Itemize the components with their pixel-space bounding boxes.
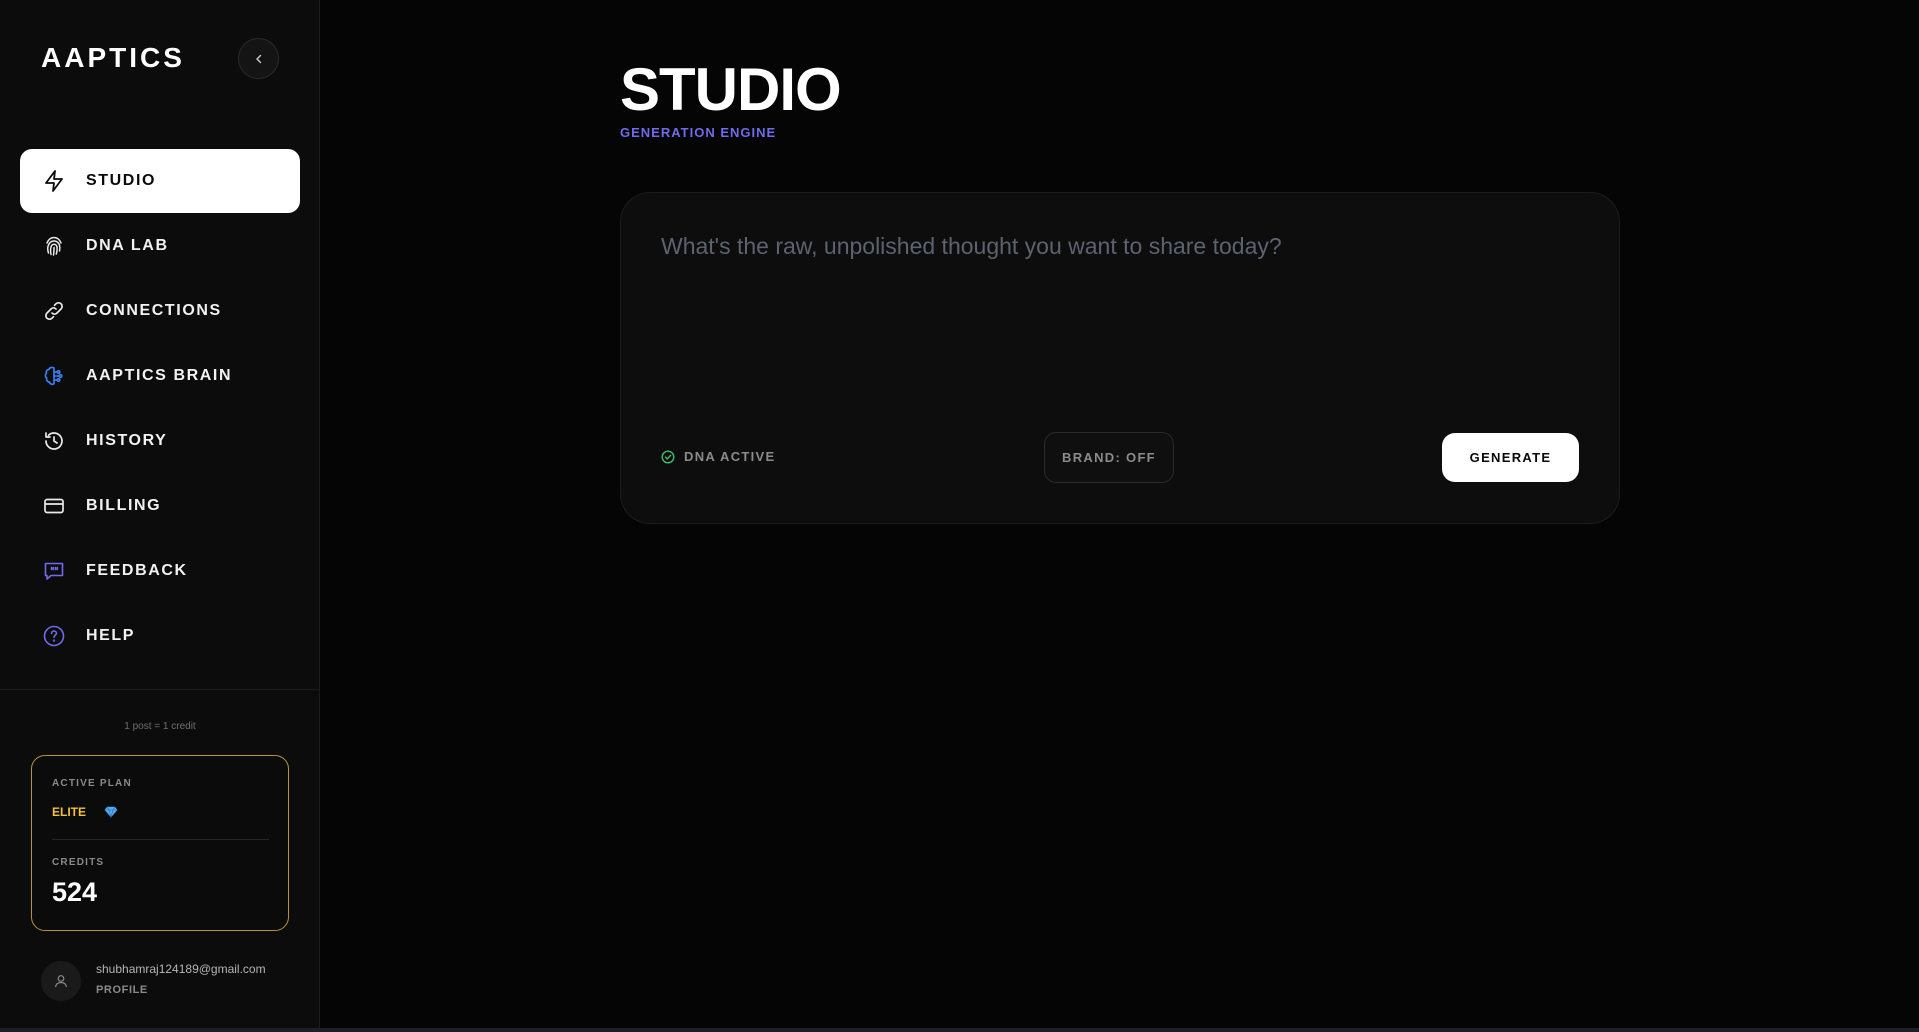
credits-label: CREDITS — [52, 857, 105, 868]
thought-input[interactable] — [661, 233, 1581, 393]
credits-value: 524 — [52, 877, 98, 907]
sidebar-item-label: CONNECTIONS — [86, 302, 222, 319]
sidebar-item-feedback[interactable]: FEEDBACK — [20, 539, 300, 603]
chevron-left-icon — [255, 54, 261, 63]
brand-logo[interactable]: AAPTICS — [41, 42, 185, 74]
sidebar-item-billing[interactable]: BILLING — [20, 474, 300, 538]
sidebar-item-studio[interactable]: STUDIO — [20, 149, 300, 213]
history-icon — [41, 428, 67, 454]
sidebar-divider — [0, 689, 320, 690]
sidebar-item-label: DNA LAB — [86, 237, 169, 254]
credit-card-icon — [41, 493, 67, 519]
bottom-edge — [0, 1028, 1919, 1032]
sidebar-nav: STUDIO DNA LAB CONNECTIONS AAPTICS BRAIN… — [20, 149, 300, 669]
sidebar: AAPTICS STUDIO DNA LAB CONNECTIONS AAPTI… — [0, 0, 320, 1032]
plan-separator — [52, 839, 269, 840]
avatar[interactable] — [41, 961, 81, 1001]
profile-section[interactable]: shubhamraj124189@gmail.com PROFILE — [41, 961, 301, 1003]
page-title: STUDIO — [620, 56, 842, 123]
app-root: AAPTICS STUDIO DNA LAB CONNECTIONS AAPTI… — [0, 0, 1919, 1032]
help-icon — [41, 623, 67, 649]
page-subtitle: GENERATION ENGINE — [620, 125, 777, 140]
profile-link[interactable]: PROFILE — [96, 984, 148, 996]
plan-name: ELITE — [52, 805, 87, 819]
active-plan-card[interactable]: ACTIVE PLAN ELITE CREDITS 524 — [31, 755, 289, 931]
brain-icon — [41, 363, 67, 389]
dna-status-label: DNA ACTIVE — [684, 449, 776, 464]
feedback-icon — [41, 558, 67, 584]
user-email: shubhamraj124189@gmail.com — [96, 962, 266, 976]
generate-button[interactable]: GENERATE — [1442, 433, 1579, 482]
collapse-sidebar-button[interactable] — [238, 38, 279, 79]
sidebar-item-label: STUDIO — [86, 172, 157, 189]
sidebar-item-label: HISTORY — [86, 432, 168, 449]
diamond-icon — [104, 805, 118, 823]
lightning-icon — [41, 168, 67, 194]
sidebar-item-help[interactable]: HELP — [20, 604, 300, 668]
check-circle-icon — [661, 449, 675, 464]
credit-note: 1 post = 1 credit — [124, 721, 196, 732]
plan-label: ACTIVE PLAN — [52, 778, 132, 789]
link-icon — [41, 298, 67, 324]
sidebar-item-label: AAPTICS BRAIN — [86, 367, 233, 384]
dna-status: DNA ACTIVE — [661, 449, 775, 464]
user-icon — [54, 975, 68, 988]
sidebar-item-label: BILLING — [86, 497, 162, 514]
sidebar-item-label: HELP — [86, 627, 136, 644]
sidebar-item-dna-lab[interactable]: DNA LAB — [20, 214, 300, 278]
sidebar-item-aaptics-brain[interactable]: AAPTICS BRAIN — [20, 344, 300, 408]
composer-card: DNA ACTIVE BRAND: OFF GENERATE — [620, 192, 1620, 524]
brand-toggle-button[interactable]: BRAND: OFF — [1044, 432, 1174, 483]
sidebar-item-connections[interactable]: CONNECTIONS — [20, 279, 300, 343]
sidebar-item-label: FEEDBACK — [86, 562, 188, 579]
sidebar-item-history[interactable]: HISTORY — [20, 409, 300, 473]
fingerprint-icon — [41, 233, 67, 259]
